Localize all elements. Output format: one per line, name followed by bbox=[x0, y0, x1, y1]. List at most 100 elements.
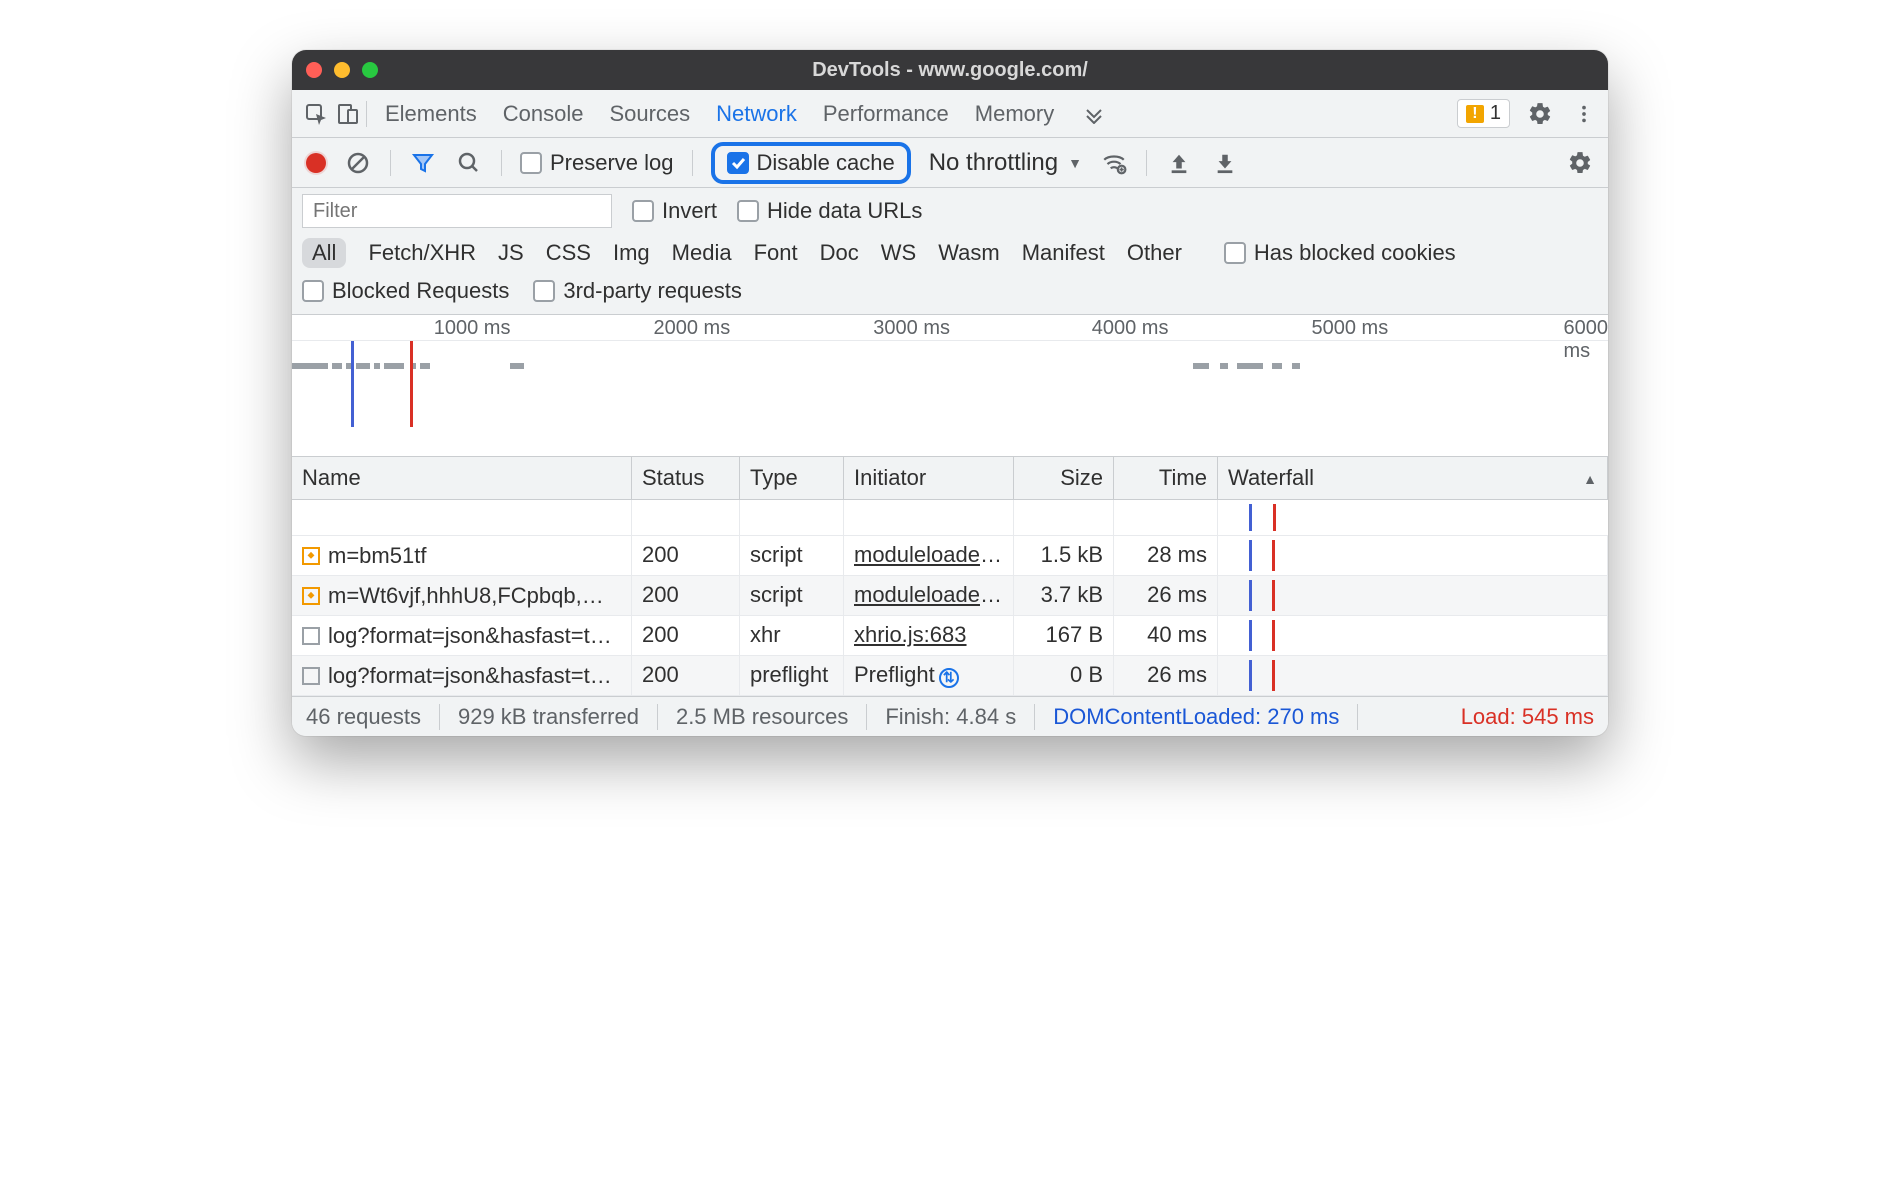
status-resources: 2.5 MB resources bbox=[658, 704, 867, 730]
close-window-button[interactable] bbox=[306, 62, 322, 78]
filter-chip-doc[interactable]: Doc bbox=[820, 240, 859, 266]
filter-chip-fetch-xhr[interactable]: Fetch/XHR bbox=[368, 240, 476, 266]
initiator-link[interactable]: moduleloader… bbox=[854, 582, 1009, 607]
table-row[interactable]: ⬥m=bm51tf 200 script moduleloader… 1.5 k… bbox=[292, 536, 1608, 576]
filter-chip-other[interactable]: Other bbox=[1127, 240, 1182, 266]
tab-performance[interactable]: Performance bbox=[823, 101, 949, 127]
status-finish: Finish: 4.84 s bbox=[867, 704, 1035, 730]
tab-memory[interactable]: Memory bbox=[975, 101, 1054, 127]
separator bbox=[692, 150, 693, 176]
request-status: 200 bbox=[632, 536, 740, 575]
request-status: 200 bbox=[632, 656, 740, 695]
header-waterfall[interactable]: Waterfall ▲ bbox=[1218, 457, 1608, 499]
hide-data-urls-checkbox[interactable]: Hide data URLs bbox=[737, 198, 922, 224]
third-party-checkbox[interactable]: 3rd-party requests bbox=[533, 278, 742, 304]
invert-label: Invert bbox=[662, 198, 717, 224]
filter-chip-ws[interactable]: WS bbox=[881, 240, 916, 266]
table-row[interactable]: ⬥m=Wt6vjf,hhhU8,FCpbqb,… 200 script modu… bbox=[292, 576, 1608, 616]
more-tabs-icon[interactable] bbox=[1080, 100, 1108, 128]
filter-chip-all[interactable]: All bbox=[302, 238, 346, 268]
preserve-log-checkbox[interactable]: Preserve log bbox=[520, 150, 674, 176]
tab-elements[interactable]: Elements bbox=[385, 101, 477, 127]
tab-sources[interactable]: Sources bbox=[609, 101, 690, 127]
status-load: Load: 545 ms bbox=[1443, 704, 1594, 730]
timeline-activity bbox=[292, 363, 1608, 373]
timeline-overview[interactable]: 1000 ms 2000 ms 3000 ms 4000 ms 5000 ms … bbox=[292, 315, 1608, 457]
inspect-element-icon[interactable] bbox=[302, 100, 330, 128]
checkbox-icon bbox=[520, 152, 542, 174]
initiator-link[interactable]: moduleloader… bbox=[854, 542, 1009, 567]
filter-chip-js[interactable]: JS bbox=[498, 240, 524, 266]
header-initiator[interactable]: Initiator bbox=[844, 457, 1014, 499]
disable-cache-checkbox[interactable]: Disable cache bbox=[727, 150, 895, 176]
network-settings-icon[interactable] bbox=[1566, 149, 1594, 177]
doc-file-icon bbox=[302, 667, 320, 685]
hide-data-urls-label: Hide data URLs bbox=[767, 198, 922, 224]
timeline-tick: 1000 ms bbox=[434, 317, 511, 340]
preflight-icon: ⇅ bbox=[939, 668, 959, 688]
third-party-label: 3rd-party requests bbox=[563, 278, 742, 304]
search-icon[interactable] bbox=[455, 149, 483, 177]
header-size[interactable]: Size bbox=[1014, 457, 1114, 499]
maximize-window-button[interactable] bbox=[362, 62, 378, 78]
highlight-disable-cache: Disable cache bbox=[711, 142, 911, 184]
invert-checkbox[interactable]: Invert bbox=[632, 198, 717, 224]
network-toolbar: Preserve log Disable cache No throttling… bbox=[292, 138, 1608, 188]
script-file-icon: ⬥ bbox=[302, 547, 320, 565]
clear-icon[interactable] bbox=[344, 149, 372, 177]
throttling-dropdown[interactable]: No throttling ▼ bbox=[929, 149, 1082, 177]
separator bbox=[366, 101, 367, 127]
filter-chip-wasm[interactable]: Wasm bbox=[938, 240, 1000, 266]
checkbox-checked-icon bbox=[727, 152, 749, 174]
filter-chip-media[interactable]: Media bbox=[672, 240, 732, 266]
filter-chip-css[interactable]: CSS bbox=[546, 240, 591, 266]
filter-toggle-icon[interactable] bbox=[409, 149, 437, 177]
request-name: log?format=json&hasfast=t… bbox=[328, 663, 612, 689]
timeline-tick: 4000 ms bbox=[1092, 317, 1169, 340]
request-name: m=Wt6vjf,hhhU8,FCpbqb,… bbox=[328, 583, 604, 609]
timeline-tick: 3000 ms bbox=[873, 317, 950, 340]
filter-chip-img[interactable]: Img bbox=[613, 240, 650, 266]
doc-file-icon bbox=[302, 627, 320, 645]
issues-badge[interactable]: ! 1 bbox=[1457, 99, 1510, 128]
header-status[interactable]: Status bbox=[632, 457, 740, 499]
initiator-link[interactable]: xhrio.js:683 bbox=[854, 622, 967, 647]
network-conditions-icon[interactable] bbox=[1100, 149, 1128, 177]
header-name[interactable]: Name bbox=[292, 457, 632, 499]
table-row[interactable]: log?format=json&hasfast=t… 200 preflight… bbox=[292, 656, 1608, 696]
devtools-window: DevTools - www.google.com/ Elements Cons… bbox=[292, 50, 1608, 736]
status-transferred: 929 kB transferred bbox=[440, 704, 658, 730]
device-toolbar-icon[interactable] bbox=[334, 100, 362, 128]
has-blocked-cookies-label: Has blocked cookies bbox=[1254, 240, 1456, 266]
header-type[interactable]: Type bbox=[740, 457, 844, 499]
minimize-window-button[interactable] bbox=[334, 62, 350, 78]
checkbox-icon bbox=[1224, 242, 1246, 264]
throttling-value: No throttling bbox=[929, 149, 1058, 177]
header-time[interactable]: Time bbox=[1114, 457, 1218, 499]
settings-icon[interactable] bbox=[1526, 100, 1554, 128]
network-table-header: Name Status Type Initiator Size Time Wat… bbox=[292, 457, 1608, 500]
request-type: preflight bbox=[740, 656, 844, 695]
filter-chip-manifest[interactable]: Manifest bbox=[1022, 240, 1105, 266]
request-type: script bbox=[740, 536, 844, 575]
tab-console[interactable]: Console bbox=[503, 101, 584, 127]
initiator-text: Preflight bbox=[854, 662, 935, 687]
filter-input[interactable] bbox=[302, 194, 612, 228]
blocked-requests-checkbox[interactable]: Blocked Requests bbox=[302, 278, 509, 304]
request-name: m=bm51tf bbox=[328, 543, 426, 569]
domcontentloaded-marker bbox=[351, 341, 354, 427]
record-button[interactable] bbox=[306, 153, 326, 173]
tab-network[interactable]: Network bbox=[716, 101, 797, 127]
filter-chip-font[interactable]: Font bbox=[754, 240, 798, 266]
kebab-menu-icon[interactable] bbox=[1570, 100, 1598, 128]
filter-bar: Invert Hide data URLs All Fetch/XHR JS C… bbox=[292, 188, 1608, 315]
waterfall-cell bbox=[1218, 616, 1608, 655]
upload-har-icon[interactable] bbox=[1165, 149, 1193, 177]
has-blocked-cookies-checkbox[interactable]: Has blocked cookies bbox=[1224, 240, 1456, 266]
request-type: xhr bbox=[740, 616, 844, 655]
table-row[interactable]: log?format=json&hasfast=t… 200 xhr xhrio… bbox=[292, 616, 1608, 656]
checkbox-icon bbox=[302, 280, 324, 302]
timeline-tick: 5000 ms bbox=[1312, 317, 1389, 340]
preserve-log-label: Preserve log bbox=[550, 150, 674, 176]
download-har-icon[interactable] bbox=[1211, 149, 1239, 177]
